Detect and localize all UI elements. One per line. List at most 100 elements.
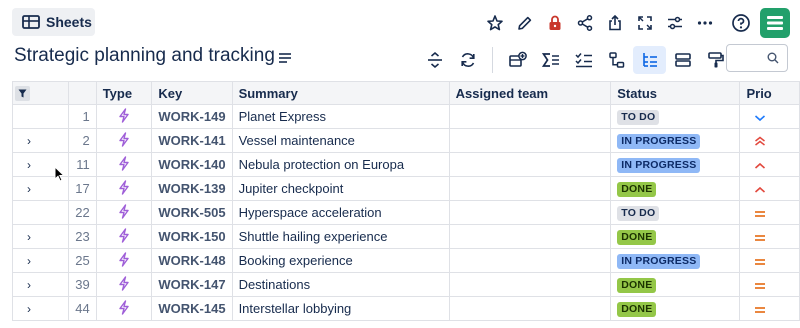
issue-summary[interactable]: Jupiter checkpoint (231, 176, 450, 201)
status-cell[interactable]: TO DO (610, 200, 741, 225)
expand-chevron-icon[interactable]: › (27, 158, 31, 172)
status-badge: TO DO (617, 206, 660, 221)
col-header-priority[interactable]: Prio (739, 81, 800, 105)
title-menu-icon[interactable] (278, 51, 292, 69)
filter-header (11, 81, 70, 105)
row-number: 23 (68, 224, 97, 249)
status-cell[interactable]: DONE (610, 224, 741, 249)
priority-cell[interactable] (739, 104, 800, 129)
assigned-team[interactable] (448, 272, 612, 297)
col-header-type[interactable]: Type (95, 81, 153, 105)
status-badge: DONE (617, 182, 657, 197)
priority-medium-icon (754, 206, 766, 221)
status-cell[interactable]: DONE (610, 296, 741, 321)
issue-summary[interactable]: Hyperspace acceleration (231, 200, 450, 225)
expand-chevron-icon[interactable]: › (27, 254, 31, 268)
rows-icon[interactable] (666, 46, 699, 74)
col-header-team[interactable]: Assigned team (448, 81, 612, 105)
status-cell[interactable]: DONE (610, 176, 741, 201)
table-row[interactable]: › 23 WORK-150 Shuttle hailing experience DON… (11, 224, 800, 249)
issue-key[interactable]: WORK-505 (151, 200, 233, 225)
edit-icon[interactable] (510, 9, 540, 37)
issue-key[interactable]: WORK-149 (151, 104, 233, 129)
status-cell[interactable]: IN PROGRESS (610, 152, 741, 177)
assigned-team[interactable] (448, 200, 612, 225)
issue-key[interactable]: WORK-148 (151, 248, 233, 273)
more-icon[interactable] (690, 9, 720, 37)
expand-chevron-icon[interactable]: › (27, 302, 31, 316)
settings-icon[interactable] (660, 9, 690, 37)
checklist-icon[interactable] (567, 46, 600, 74)
status-cell[interactable]: IN PROGRESS (610, 248, 741, 273)
sum-icon[interactable] (534, 46, 567, 74)
assigned-team[interactable] (448, 176, 612, 201)
expand-chevron-icon[interactable]: › (27, 182, 31, 196)
issue-summary[interactable]: Nebula protection on Europa (231, 152, 450, 177)
lock-icon[interactable] (540, 9, 570, 37)
priority-cell[interactable] (739, 248, 800, 273)
priority-high-icon (754, 182, 766, 197)
table-row[interactable]: 22 WORK-505 Hyperspace acceleration TO DO (11, 200, 800, 225)
table-row[interactable]: › 39 WORK-147 Destinations DONE (11, 272, 800, 297)
expand-chevron-icon[interactable]: › (27, 230, 31, 244)
priority-cell[interactable] (739, 224, 800, 249)
col-header-key[interactable]: Key (151, 81, 233, 105)
assigned-team[interactable] (448, 224, 612, 249)
status-cell[interactable]: IN PROGRESS (610, 128, 741, 153)
issue-summary[interactable]: Vessel maintenance (231, 128, 450, 153)
fullscreen-icon[interactable] (630, 9, 660, 37)
assigned-team[interactable] (448, 152, 612, 177)
col-header-status[interactable]: Status (610, 81, 741, 105)
col-header-summary[interactable]: Summary (231, 81, 450, 105)
assigned-team[interactable] (448, 248, 612, 273)
assigned-team[interactable] (448, 104, 612, 129)
sheets-button[interactable]: Sheets (12, 8, 95, 36)
help-icon[interactable] (726, 9, 756, 37)
priority-cell[interactable] (739, 128, 800, 153)
priority-cell[interactable] (739, 272, 800, 297)
issue-summary[interactable]: Planet Express (231, 104, 450, 129)
table-row[interactable]: › 44 WORK-145 Interstellar lobbying DONE (11, 296, 800, 321)
expand-cell: › (11, 128, 70, 153)
priority-cell[interactable] (739, 200, 800, 225)
issue-key[interactable]: WORK-147 (151, 272, 233, 297)
app-logo-icon[interactable] (760, 8, 790, 38)
type-cell (95, 152, 153, 177)
issue-summary[interactable]: Shuttle hailing experience (231, 224, 450, 249)
top-actions (480, 8, 790, 38)
status-cell[interactable]: DONE (610, 272, 741, 297)
issue-summary[interactable]: Destinations (231, 272, 450, 297)
export-icon[interactable] (600, 9, 630, 37)
collapse-rows-icon[interactable] (418, 46, 451, 74)
assigned-team[interactable] (448, 128, 612, 153)
priority-cell[interactable] (739, 176, 800, 201)
table-row[interactable]: › 2 WORK-141 Vessel maintenance IN PROGRESS (11, 128, 800, 153)
expand-cell (11, 200, 70, 225)
issue-key[interactable]: WORK-139 (151, 176, 233, 201)
table-row[interactable]: › 11 WORK-140 Nebula protection on Europa IN… (11, 152, 800, 177)
table-row[interactable]: › 25 WORK-148 Booking experience IN PROGRESS (11, 248, 800, 273)
expand-chevron-icon[interactable]: › (27, 134, 31, 148)
add-view-icon[interactable] (501, 46, 534, 74)
search-input[interactable] (726, 44, 788, 72)
issue-key[interactable]: WORK-150 (151, 224, 233, 249)
issue-key[interactable]: WORK-140 (151, 152, 233, 177)
assigned-team[interactable] (448, 296, 612, 321)
issue-summary[interactable]: Booking experience (231, 248, 450, 273)
table-row[interactable]: 1 WORK-149 Planet Express TO DO (11, 104, 800, 129)
top-bar: Sheets (0, 0, 800, 44)
tree-icon[interactable] (633, 46, 666, 74)
status-cell[interactable]: TO DO (610, 104, 741, 129)
star-icon[interactable] (480, 9, 510, 37)
hierarchy-icon[interactable] (600, 46, 633, 74)
issue-summary[interactable]: Interstellar lobbying (231, 296, 450, 321)
table-row[interactable]: › 17 WORK-139 Jupiter checkpoint DONE (11, 176, 800, 201)
filter-icon[interactable] (15, 86, 30, 102)
refresh-icon[interactable] (451, 46, 484, 74)
priority-cell[interactable] (739, 296, 800, 321)
expand-chevron-icon[interactable]: › (27, 278, 31, 292)
share-icon[interactable] (570, 9, 600, 37)
priority-cell[interactable] (739, 152, 800, 177)
issue-key[interactable]: WORK-145 (151, 296, 233, 321)
issue-key[interactable]: WORK-141 (151, 128, 233, 153)
